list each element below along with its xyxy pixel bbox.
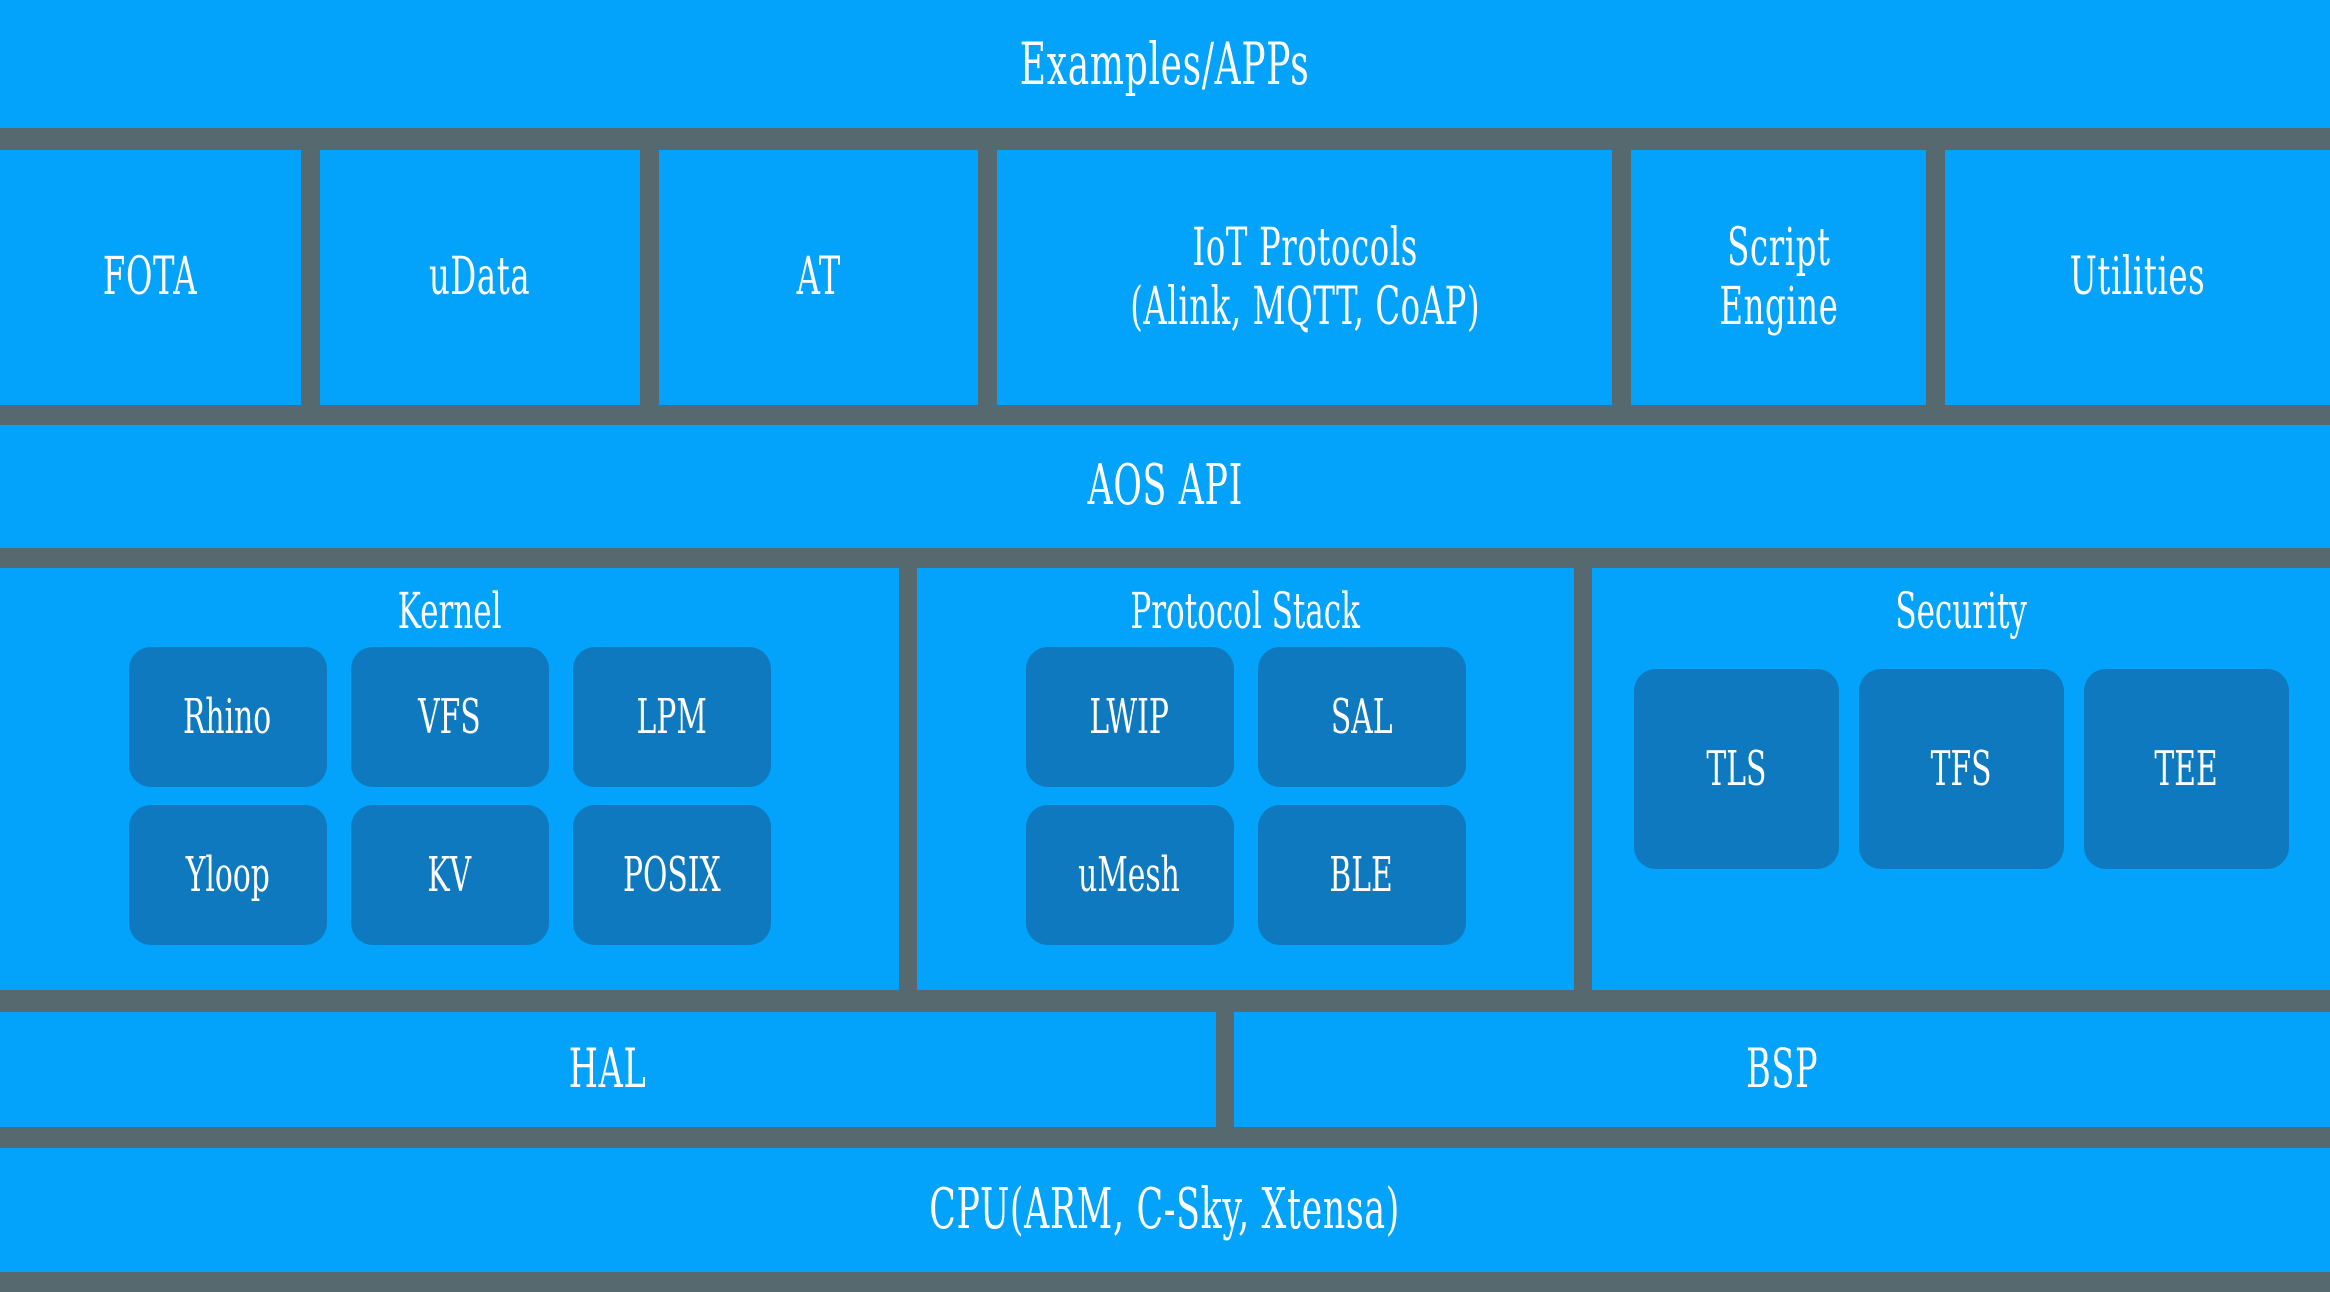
panel-protocol-stack: Protocol Stack LWIP SAL uMesh BLE bbox=[917, 568, 1574, 990]
layer-applications: Examples/APPs bbox=[0, 0, 2330, 128]
block-bsp: BSP bbox=[1234, 1012, 2330, 1127]
chip-umesh: uMesh bbox=[1025, 805, 1234, 945]
panel-kernel: Kernel Rhino VFS LPM Yloop KV POSIX bbox=[0, 568, 899, 990]
chip-sal: SAL bbox=[1257, 647, 1466, 787]
block-aos-api: AOS API bbox=[0, 425, 2330, 548]
panel-kernel-chips: Rhino VFS LPM Yloop KV POSIX bbox=[110, 647, 790, 963]
block-script-engine: Script Engine bbox=[1631, 150, 1927, 405]
chip-yloop: Yloop bbox=[128, 805, 327, 945]
layer-aos-api: AOS API bbox=[0, 425, 2330, 548]
chip-lwip: LWIP bbox=[1025, 647, 1234, 787]
panel-security-title: Security bbox=[1895, 582, 2027, 640]
panel-kernel-title: Kernel bbox=[397, 582, 502, 640]
block-iot-protocols-label: IoT Protocols (Alink, MQTT, CoAP) bbox=[1129, 218, 1480, 337]
chip-posix: POSIX bbox=[572, 805, 771, 945]
panel-security-chips: TLS TFS TEE bbox=[1616, 669, 2306, 869]
chip-ble: BLE bbox=[1257, 805, 1466, 945]
block-bsp-label: BSP bbox=[1745, 1037, 1819, 1101]
block-hal: HAL bbox=[0, 1012, 1216, 1127]
block-at: AT bbox=[658, 150, 979, 405]
block-cpu: CPU(ARM, C-Sky, Xtensa) bbox=[0, 1148, 2330, 1272]
layer-core-services: Kernel Rhino VFS LPM Yloop KV POSIX Prot… bbox=[0, 568, 2330, 990]
block-utilities-label: Utilities bbox=[2069, 247, 2206, 308]
chip-tee: TEE bbox=[2083, 669, 2289, 869]
architecture-diagram: Examples/APPs FOTA uData AT IoT Protocol… bbox=[0, 0, 2330, 1292]
block-udata-label: uData bbox=[429, 247, 531, 308]
chip-lpm: LPM bbox=[572, 647, 771, 787]
chip-tls: TLS bbox=[1633, 669, 1839, 869]
block-udata: uData bbox=[320, 150, 640, 405]
layer-cpu: CPU(ARM, C-Sky, Xtensa) bbox=[0, 1148, 2330, 1272]
block-at-label: AT bbox=[796, 247, 841, 308]
chip-vfs: VFS bbox=[350, 647, 549, 787]
block-script-engine-label: Script Engine bbox=[1719, 218, 1839, 337]
block-aos-api-label: AOS API bbox=[1087, 453, 1243, 519]
panel-protocol-stack-title: Protocol Stack bbox=[1130, 582, 1361, 640]
chip-rhino: Rhino bbox=[128, 647, 327, 787]
block-hal-label: HAL bbox=[569, 1037, 647, 1101]
layer-middleware-modules: FOTA uData AT IoT Protocols (Alink, MQTT… bbox=[0, 150, 2330, 405]
chip-tfs: TFS bbox=[1858, 669, 2064, 869]
layer-platform: HAL BSP bbox=[0, 1012, 2330, 1127]
block-cpu-label: CPU(ARM, C-Sky, Xtensa) bbox=[929, 1176, 1401, 1242]
panel-protocol-stack-chips: LWIP SAL uMesh BLE bbox=[1011, 647, 1481, 963]
block-utilities: Utilities bbox=[1945, 150, 2330, 405]
panel-security: Security TLS TFS TEE bbox=[1592, 568, 2330, 990]
block-iot-protocols: IoT Protocols (Alink, MQTT, CoAP) bbox=[997, 150, 1613, 405]
block-examples-apps: Examples/APPs bbox=[0, 0, 2330, 128]
block-fota: FOTA bbox=[0, 150, 302, 405]
block-fota-label: FOTA bbox=[103, 247, 198, 308]
block-examples-apps-label: Examples/APPs bbox=[1020, 29, 1310, 98]
chip-kv: KV bbox=[350, 805, 549, 945]
